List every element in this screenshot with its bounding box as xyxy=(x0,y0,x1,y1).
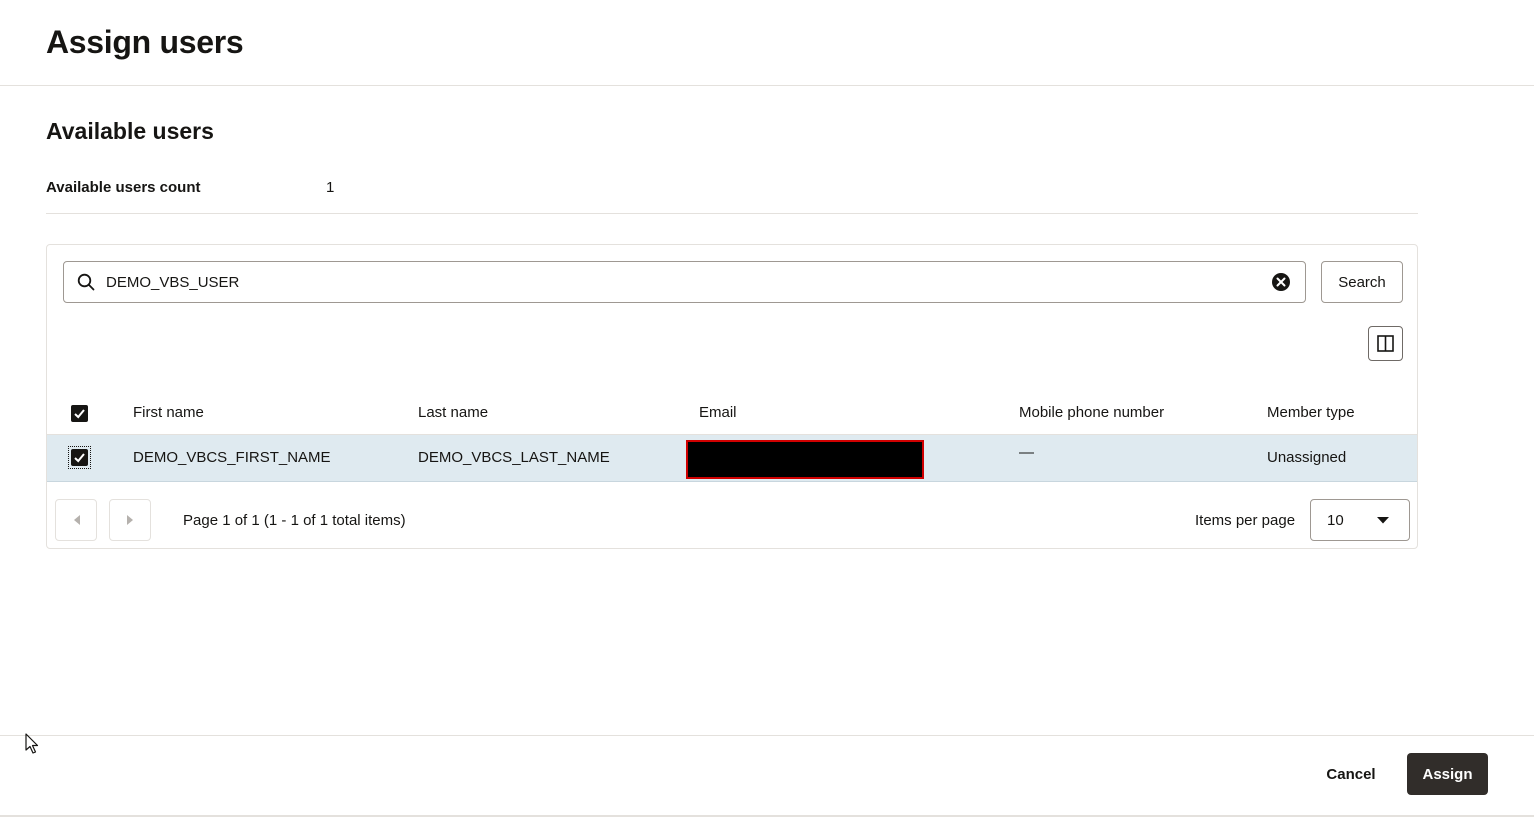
mouse-cursor-icon xyxy=(25,733,39,754)
users-count-row: Available users count 1 xyxy=(46,172,1418,214)
pagination-info: Page 1 of 1 (1 - 1 of 1 total items) xyxy=(183,512,406,529)
users-count-value: 1 xyxy=(326,179,335,196)
cell-mobile: — xyxy=(1019,444,1034,461)
caret-down-icon xyxy=(1377,517,1389,524)
cell-last-name: DEMO_VBCS_LAST_NAME xyxy=(418,449,610,466)
table-row[interactable]: DEMO_VBCS_FIRST_NAME DEMO_VBCS_LAST_NAME… xyxy=(47,435,1417,482)
column-header-member-type[interactable]: Member type xyxy=(1267,404,1355,421)
chevron-left-icon xyxy=(74,515,80,525)
column-header-first-name[interactable]: First name xyxy=(133,404,204,421)
search-input[interactable] xyxy=(106,271,1256,293)
cell-email-redacted xyxy=(686,440,924,479)
items-per-page-label: Items per page xyxy=(1195,512,1296,529)
table-header: First name Last name Email Mobile phone … xyxy=(47,391,1417,435)
manage-columns-button[interactable] xyxy=(1368,326,1403,361)
users-count-label: Available users count xyxy=(46,179,201,196)
search-field[interactable] xyxy=(63,261,1306,303)
items-per-page-select[interactable]: 10 xyxy=(1310,499,1410,541)
pagination-bar: Page 1 of 1 (1 - 1 of 1 total items) Ite… xyxy=(47,482,1417,548)
page-title: Assign users xyxy=(46,24,244,60)
search-button[interactable]: Search xyxy=(1321,261,1403,303)
checkbox-checked-icon xyxy=(74,453,85,463)
items-per-page-value: 10 xyxy=(1327,512,1344,529)
next-page-button[interactable] xyxy=(109,499,151,541)
users-table-panel: Search First name Last name Email Mobile… xyxy=(46,244,1418,549)
assign-button[interactable]: Assign xyxy=(1407,753,1488,795)
clear-icon[interactable] xyxy=(1271,272,1291,292)
page-header: Assign users xyxy=(0,0,1534,86)
cell-first-name: DEMO_VBCS_FIRST_NAME xyxy=(133,449,331,466)
search-icon xyxy=(77,273,95,291)
cell-member-type: Unassigned xyxy=(1267,449,1347,466)
checkbox-checked-icon xyxy=(74,409,85,419)
column-header-last-name[interactable]: Last name xyxy=(418,404,488,421)
dialog-footer: Cancel Assign xyxy=(0,735,1534,817)
select-all-checkbox[interactable] xyxy=(71,405,88,422)
section-title: Available users xyxy=(46,118,214,144)
cancel-button[interactable]: Cancel xyxy=(1310,753,1392,795)
chevron-right-icon xyxy=(127,515,133,525)
row-select-checkbox[interactable] xyxy=(71,449,88,466)
columns-icon xyxy=(1377,335,1394,352)
previous-page-button[interactable] xyxy=(55,499,97,541)
column-header-email[interactable]: Email xyxy=(699,404,737,421)
column-header-mobile[interactable]: Mobile phone number xyxy=(1019,404,1164,421)
